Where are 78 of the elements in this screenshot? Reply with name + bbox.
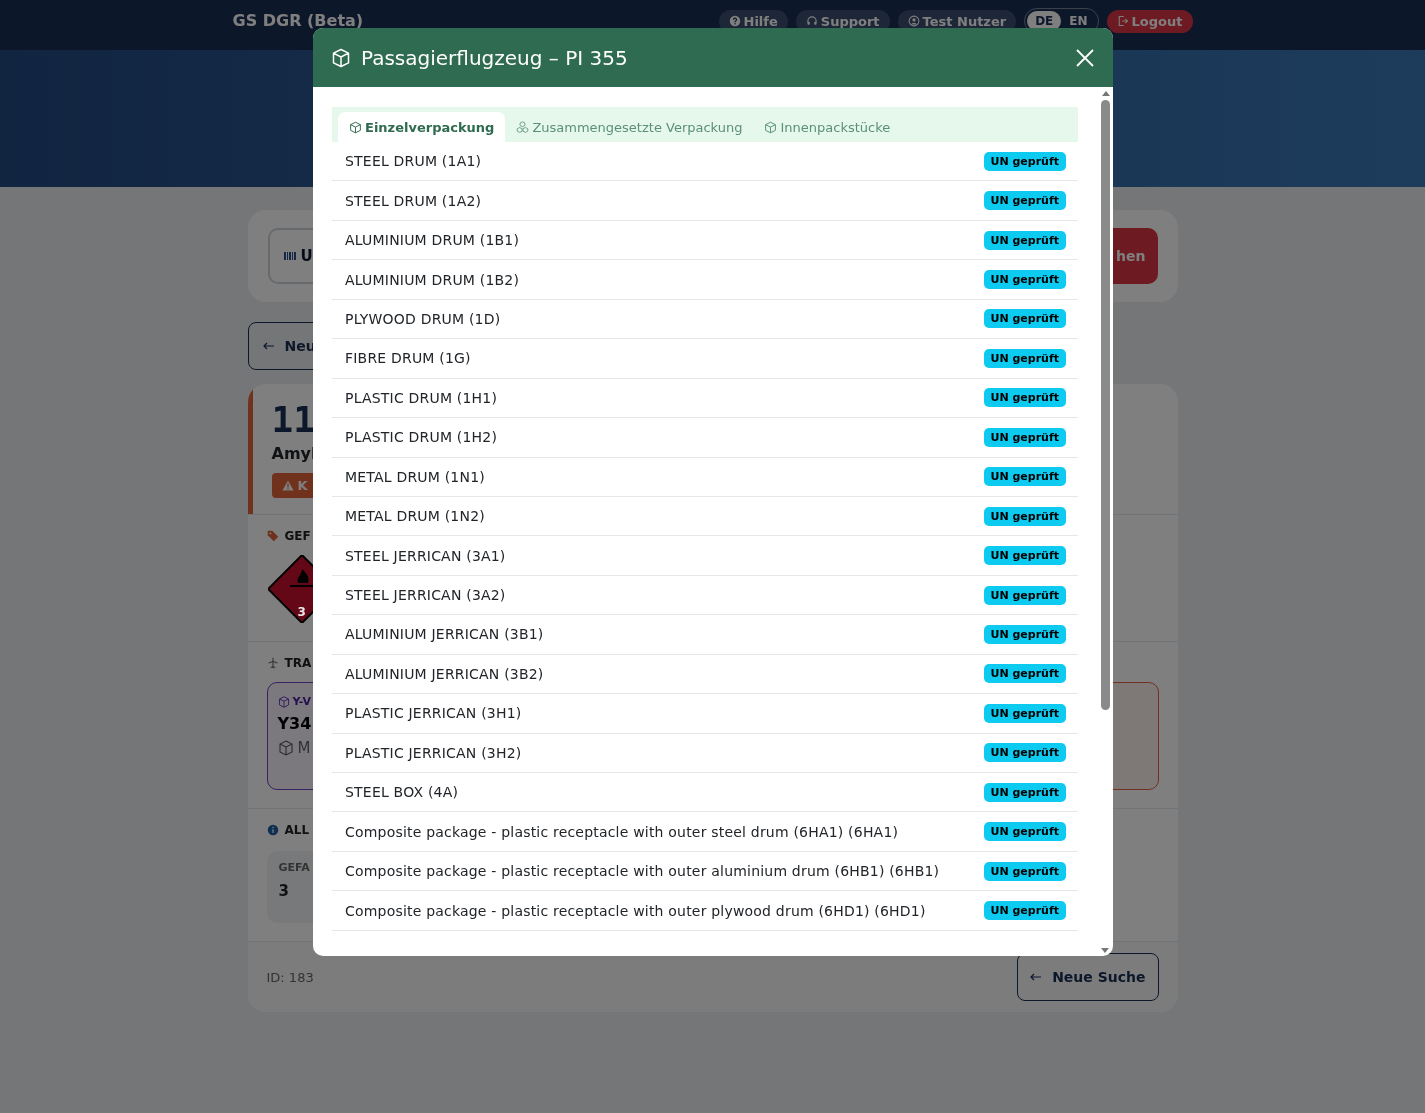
- warning-icon: [281, 480, 294, 491]
- status-badge: UN geprüft: [983, 861, 1066, 881]
- packaging-name: STEEL JERRICAN (3A1): [345, 547, 506, 564]
- box-icon: [277, 740, 294, 756]
- brand-title: GS DGR (Beta): [232, 11, 364, 30]
- packaging-name: STEEL DRUM (1A2): [345, 192, 482, 209]
- section-heading: ALL: [284, 823, 310, 837]
- status-badge: UN geprüft: [983, 309, 1066, 329]
- status-badge: UN geprüft: [983, 388, 1066, 408]
- info-label: GEFA: [278, 861, 310, 874]
- hazard-class: 3: [297, 605, 306, 619]
- packaging-name: PLASTIC JERRICAN (3H1): [345, 705, 522, 722]
- record-id: ID: 183: [266, 969, 314, 985]
- status-badge: UN geprüft: [983, 348, 1066, 368]
- packaging-name: PLASTIC DRUM (1H2): [345, 429, 498, 446]
- status-badge: UN geprüft: [983, 664, 1066, 684]
- headset-icon: [805, 15, 818, 27]
- un-number: 11: [271, 400, 315, 440]
- status-badge: UN geprüft: [983, 427, 1066, 447]
- instruction-note: M: [297, 739, 311, 757]
- instruction-tag: Y-V: [292, 695, 312, 708]
- box-icon: [764, 120, 778, 134]
- help-icon: [728, 15, 741, 27]
- packaging-name: ALUMINIUM DRUM (1B1): [345, 232, 520, 249]
- scrollbar[interactable]: [1100, 91, 1111, 953]
- status-badge: UN geprüft: [983, 506, 1066, 526]
- status-badge: UN geprüft: [983, 624, 1066, 644]
- info-icon: [266, 824, 279, 836]
- status-badge: UN geprüft: [983, 151, 1066, 171]
- instruction-code: Y34: [277, 714, 312, 733]
- status-badge: UN geprüft: [983, 230, 1066, 250]
- packaging-name: PLYWOOD DRUM (1D): [345, 310, 501, 327]
- status-badge: UN geprüft: [983, 743, 1066, 763]
- status-badge: UN geprüft: [983, 703, 1066, 723]
- language-option[interactable]: EN: [1061, 11, 1096, 31]
- barcode-icon: [283, 252, 296, 260]
- section-heading: GEF: [284, 529, 311, 543]
- logout-icon: [1116, 15, 1129, 27]
- packaging-name: FIBRE DRUM (1G): [345, 350, 471, 367]
- status-badge: UN geprüft: [983, 901, 1066, 921]
- packaging-name: STEEL JERRICAN (3A2): [345, 587, 506, 604]
- close-button[interactable]: [1075, 47, 1095, 68]
- box-icon: [349, 120, 362, 134]
- user-icon: [907, 15, 920, 27]
- packaging-name: STEEL BOX (4A): [345, 784, 459, 801]
- tag-icon: [266, 530, 279, 542]
- modal-title: Passagierflugzeug – PI 355: [361, 45, 629, 70]
- status-badge: UN geprüft: [983, 191, 1066, 211]
- logout-button[interactable]: Logout: [1106, 9, 1193, 33]
- box-icon: [277, 695, 290, 708]
- tab[interactable]: Zusammengesetzte Verpackung: [505, 112, 754, 142]
- arrow-left-icon: [1030, 973, 1043, 981]
- packaging-name: Composite package - plastic receptacle with outer plywood drum (6HD1) (6HD1): [345, 902, 926, 919]
- box-icon: [331, 47, 351, 68]
- packaging-name: METAL DRUM (1N2): [345, 508, 485, 525]
- tab[interactable]: Einzelverpackung: [338, 112, 506, 142]
- packaging-name: Composite package - plastic receptacle with outer steel drum (6HA1) (6HA1): [345, 823, 899, 840]
- status-badge: UN geprüft: [983, 270, 1066, 290]
- info-value: 3: [278, 882, 289, 900]
- plane-icon: [266, 657, 279, 669]
- status-badge: UN geprüft: [983, 467, 1066, 487]
- status-badge: UN geprüft: [983, 822, 1066, 842]
- packaging-name: ALUMINIUM JERRICAN (3B2): [345, 665, 544, 682]
- language-option[interactable]: DE: [1027, 11, 1062, 31]
- packaging-name: ALUMINIUM DRUM (1B2): [345, 271, 520, 288]
- arrow-left-icon: [262, 342, 275, 350]
- section-heading: TRA: [284, 656, 312, 670]
- packaging-name: ALUMINIUM JERRICAN (3B1): [345, 626, 544, 643]
- packaging-name: Composite package - plastic receptacle with outer aluminium drum (6HB1) (6HB1): [345, 863, 940, 880]
- packaging-name: STEEL DRUM (1A1): [345, 153, 482, 170]
- status-badge: UN geprüft: [983, 585, 1066, 605]
- packaging-name: PLASTIC JERRICAN (3H2): [345, 744, 522, 761]
- status-badge: UN geprüft: [983, 782, 1066, 802]
- packaging-name: METAL DRUM (1N1): [345, 468, 485, 485]
- tab[interactable]: Innenpackstücke: [753, 112, 902, 142]
- boxes-icon: [516, 120, 530, 134]
- status-badge: UN geprüft: [983, 546, 1066, 566]
- packaging-name: PLASTIC DRUM (1H1): [345, 389, 498, 406]
